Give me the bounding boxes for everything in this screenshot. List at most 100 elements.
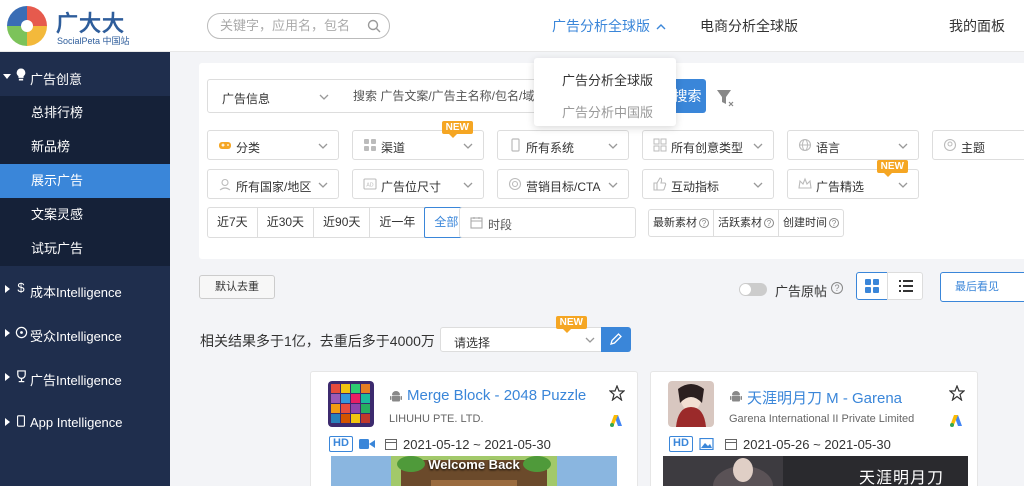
- chevron-down-icon: [585, 337, 595, 343]
- ad-info-select[interactable]: 广告信息: [207, 79, 340, 113]
- cta-label: 营销目标/CTA: [526, 180, 601, 194]
- list-view-icon: [899, 280, 913, 292]
- language-select[interactable]: 语言: [787, 130, 919, 160]
- dropdown-item-china[interactable]: 广告分析中国版: [562, 102, 653, 121]
- ad-developer: LIHUHU PTE. LTD.: [389, 413, 484, 425]
- nav-my-dashboard[interactable]: 我的面板: [949, 16, 1005, 36]
- time-range-7d[interactable]: 近7天: [208, 208, 258, 237]
- system-select[interactable]: 所有系统: [497, 130, 629, 160]
- time-range-30d[interactable]: 近30天: [258, 208, 315, 237]
- star-icon[interactable]: [949, 385, 965, 401]
- nav-ecommerce-global[interactable]: 电商分析全球版: [700, 16, 798, 36]
- ad-featured-label: 广告精选: [816, 180, 865, 194]
- ad-size-select[interactable]: AD 广告位尺寸: [352, 169, 484, 199]
- pencil-icon: [610, 333, 622, 345]
- ad-card[interactable]: Merge Block - 2048 Puzzle LIHUHU PTE. LT…: [310, 371, 638, 486]
- video-icon: [359, 439, 375, 449]
- search-icon[interactable]: [367, 19, 381, 33]
- country-label: 所有国家/地区: [236, 180, 312, 194]
- sort-created[interactable]: 创建时间?: [779, 210, 843, 236]
- original-post-toggle[interactable]: [739, 283, 767, 296]
- brand-sub: SocialPeta 中国站: [57, 36, 130, 46]
- chevron-up-icon: [656, 24, 666, 30]
- ad-title[interactable]: Merge Block - 2048 Puzzle: [407, 387, 586, 404]
- ad-date-range: 2021-05-12 ~ 2021-05-30: [403, 437, 551, 452]
- chevron-down-icon: [319, 94, 329, 100]
- android-icon: [390, 391, 402, 402]
- sort-active[interactable]: 活跃素材?: [714, 210, 779, 236]
- grid-icon: [364, 139, 376, 151]
- app-thumbnail: [328, 381, 374, 427]
- time-range-90d[interactable]: 近90天: [314, 208, 371, 237]
- list-view-button[interactable]: [887, 272, 923, 300]
- app-thumbnail: [668, 381, 714, 427]
- sidebar-item-new-products[interactable]: 新品榜: [0, 130, 170, 164]
- help-icon[interactable]: ?: [764, 218, 774, 228]
- country-select[interactable]: 所有国家/地区: [207, 169, 339, 199]
- creative-type-label: 所有创意类型: [671, 141, 744, 155]
- calendar-icon: [725, 439, 737, 450]
- dedup-button[interactable]: 默认去重: [199, 275, 275, 299]
- sidebar-section-cost[interactable]: $ 成本Intelligence: [0, 267, 170, 311]
- star-icon[interactable]: [609, 385, 625, 401]
- sidebar-section-ad-creative[interactable]: 广告创意: [0, 54, 170, 98]
- choose-select[interactable]: NEW 请选择: [440, 316, 602, 352]
- ad-search-input[interactable]: [353, 89, 543, 103]
- help-icon[interactable]: ?: [831, 282, 843, 294]
- last-seen-button[interactable]: 最后看见: [940, 272, 1024, 302]
- engagement-select[interactable]: 互动指标: [642, 169, 774, 199]
- dropdown-item-global[interactable]: 广告分析全球版: [562, 70, 653, 89]
- sidebar-item-display-ads[interactable]: 展示广告: [0, 164, 170, 198]
- ad-card[interactable]: 天涯明月刀 M - Garena Garena International II…: [650, 371, 978, 486]
- ad-size-label: 广告位尺寸: [381, 180, 442, 194]
- sidebar-sub-list: 总排行榜 新品榜 展示广告 文案灵感 试玩广告: [0, 96, 170, 266]
- chevron-down-icon: [608, 143, 618, 149]
- ad-preview[interactable]: 天涯明月刀: [663, 456, 968, 486]
- help-icon[interactable]: ?: [699, 218, 709, 228]
- google-ads-icon: [610, 415, 622, 427]
- chevron-down-icon: [753, 143, 763, 149]
- ad-title[interactable]: 天涯明月刀 M - Garena: [747, 387, 902, 408]
- ad-size-icon: AD: [363, 178, 377, 190]
- theme-select[interactable]: 主题: [932, 130, 1024, 160]
- time-range-1y[interactable]: 近一年: [370, 208, 426, 237]
- grid-view-button[interactable]: [856, 272, 888, 300]
- ad-date-range: 2021-05-26 ~ 2021-05-30: [743, 437, 891, 452]
- globe-icon: [798, 138, 812, 152]
- sidebar-section-app-intel[interactable]: App Intelligence: [0, 400, 170, 444]
- help-icon[interactable]: ?: [829, 218, 839, 228]
- system-label: 所有系统: [526, 141, 575, 155]
- global-search-input[interactable]: [220, 18, 360, 33]
- top-bar: 广大大 SocialPeta 中国站 广告分析全球版 电商分析全球版 我的面板: [0, 0, 1024, 52]
- global-search[interactable]: [207, 13, 390, 39]
- preview-caption: Welcome Back: [428, 457, 520, 472]
- ad-preview[interactable]: Welcome Back: [331, 456, 617, 486]
- category-select[interactable]: 分类: [207, 130, 339, 160]
- sidebar-item-ranking[interactable]: 总排行榜: [0, 96, 170, 130]
- sort-active-label: 活跃素材: [718, 217, 762, 229]
- nav-ad-analysis-global-label: 广告分析全球版: [552, 18, 650, 34]
- sidebar-item-playable-ads[interactable]: 试玩广告: [0, 232, 170, 266]
- sidebar-section-audience[interactable]: 受众Intelligence: [0, 311, 170, 355]
- sort-newest[interactable]: 最新素材?: [649, 210, 714, 236]
- ad-featured-select[interactable]: NEW 广告精选: [787, 160, 919, 199]
- user-circle-icon: [943, 138, 957, 152]
- clear-filter-icon[interactable]: [716, 88, 734, 108]
- channel-select[interactable]: NEW 渠道: [352, 121, 484, 160]
- nav-ad-analysis-global[interactable]: 广告分析全球版: [552, 16, 666, 36]
- location-icon: [219, 178, 231, 191]
- dollar-icon: $: [17, 280, 25, 295]
- sidebar-item-copy-inspiration[interactable]: 文案灵感: [0, 198, 170, 232]
- toggle-knob: [740, 284, 751, 295]
- period-picker[interactable]: 时段: [459, 207, 636, 238]
- phone-icon: [14, 413, 28, 429]
- cta-select[interactable]: 营销目标/CTA: [497, 169, 629, 199]
- chevron-down-icon: [318, 143, 328, 149]
- target-icon: [14, 324, 28, 340]
- chevron-down-icon: [753, 182, 763, 188]
- edit-button[interactable]: [601, 327, 631, 352]
- creative-type-select[interactable]: 所有创意类型: [642, 130, 774, 160]
- thumbs-up-icon: [653, 177, 667, 191]
- sidebar-section-ad-intel[interactable]: 广告Intelligence: [0, 355, 170, 399]
- logo-icon[interactable]: [4, 4, 50, 48]
